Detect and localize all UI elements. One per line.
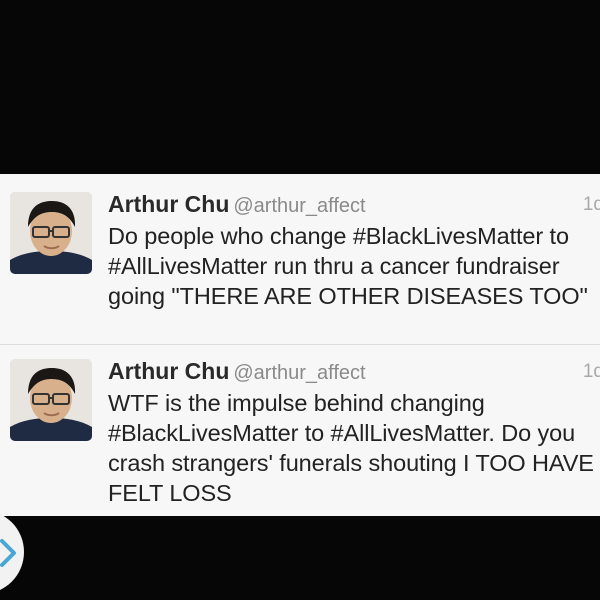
- tweet-header: Arthur Chu @arthur_affect 1d: [108, 358, 600, 388]
- avatar[interactable]: [10, 359, 92, 441]
- tweet-timestamp[interactable]: 1d: [583, 361, 600, 383]
- profile-photo-icon: [10, 192, 92, 274]
- screenshot-screen: Arthur Chu @arthur_affect 1d Do people wh…: [0, 0, 600, 600]
- author-handle[interactable]: @arthur_affect: [233, 195, 365, 217]
- avatar[interactable]: [10, 192, 92, 274]
- next-chevron-button[interactable]: [0, 510, 24, 594]
- tweet-text: Do people who change #BlackLivesMatter t…: [108, 223, 588, 309]
- author-name[interactable]: Arthur Chu: [108, 191, 229, 217]
- tweet-list: Arthur Chu @arthur_affect 1d Do people wh…: [0, 174, 600, 516]
- author-handle[interactable]: @arthur_affect: [233, 362, 365, 384]
- author-name[interactable]: Arthur Chu: [108, 358, 229, 384]
- tweet-timestamp[interactable]: 1d: [583, 194, 600, 216]
- tweet-header: Arthur Chu @arthur_affect 1d: [108, 191, 600, 221]
- tweet-text: WTF is the impulse behind changing #Blac…: [108, 390, 594, 506]
- profile-photo-icon: [10, 359, 92, 441]
- tweet-card-1[interactable]: Arthur Chu @arthur_affect 1d Do people wh…: [0, 174, 600, 344]
- tweet-card-2[interactable]: Arthur Chu @arthur_affect 1d WTF is the i…: [0, 344, 600, 514]
- chevron-right-icon: [0, 539, 16, 567]
